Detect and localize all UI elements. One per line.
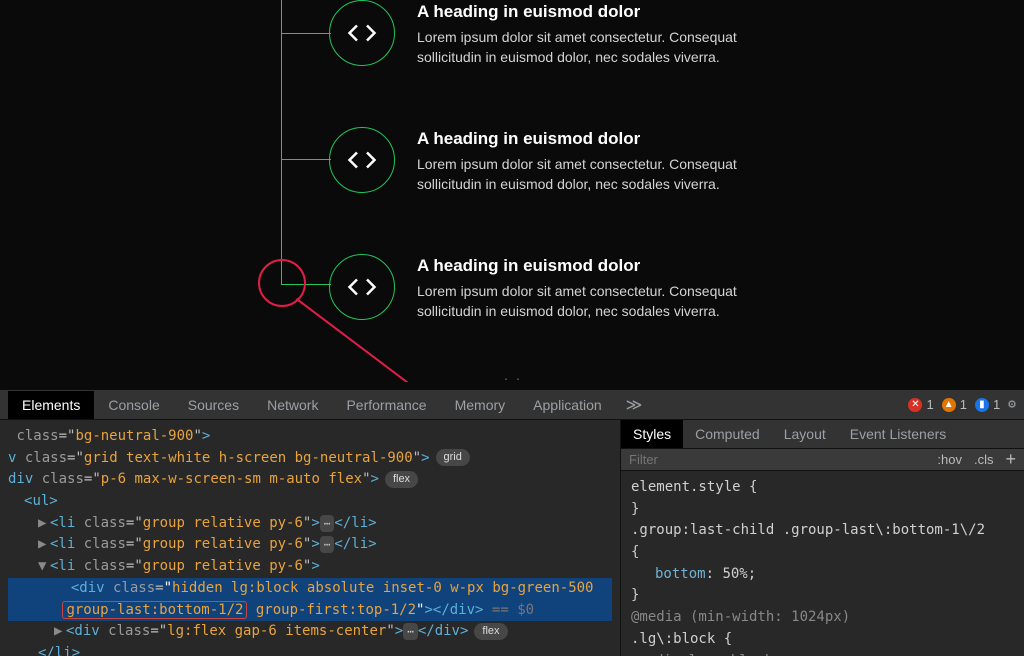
brace: }: [631, 501, 639, 517]
dom-node[interactable]: <ul>: [8, 491, 612, 513]
css-prop[interactable]: bottom: [655, 566, 706, 582]
tab-performance[interactable]: Performance: [332, 391, 440, 419]
dom-node[interactable]: class="bg-neutral-900">: [8, 426, 612, 448]
dom-tree[interactable]: class="bg-neutral-900"> v class="grid te…: [0, 420, 620, 656]
feature-heading: A heading in euismod dolor: [417, 129, 757, 149]
feature-heading: A heading in euismod dolor: [417, 256, 757, 276]
feature-list: A heading in euismod dolor Lorem ipsum d…: [281, 0, 709, 382]
brace: }: [631, 587, 639, 603]
dom-node[interactable]: </li>: [8, 643, 612, 656]
hov-toggle[interactable]: :hov: [937, 452, 962, 467]
tab-styles[interactable]: Styles: [621, 420, 683, 448]
connector-horizontal: [281, 159, 331, 160]
settings-icon[interactable]: ⚙: [1000, 397, 1016, 412]
status-badges: ✕1 ▲1 ▮1: [908, 397, 1000, 412]
code-icon: [329, 254, 395, 320]
tab-memory[interactable]: Memory: [441, 391, 520, 419]
css-val[interactable]: 50%;: [722, 566, 756, 582]
code-icon: [329, 0, 395, 66]
code-icon: [329, 127, 395, 193]
tabs-overflow-icon[interactable]: ≫: [616, 395, 653, 414]
error-badge[interactable]: ✕1: [908, 397, 933, 412]
rule-selector[interactable]: .lg\:block {: [631, 631, 732, 647]
tab-computed[interactable]: Computed: [683, 420, 772, 448]
styles-filter-input[interactable]: [629, 452, 925, 467]
drag-handle-icon[interactable]: ⋮⋮: [500, 376, 524, 382]
styles-rules[interactable]: element.style { } .group:last-child .gro…: [621, 471, 1024, 656]
media-query[interactable]: @media (min-width: 1024px): [631, 609, 850, 625]
feature-item: A heading in euismod dolor Lorem ipsum d…: [329, 254, 757, 321]
feature-item: A heading in euismod dolor Lorem ipsum d…: [329, 0, 757, 67]
tab-sources[interactable]: Sources: [174, 391, 253, 419]
connector-horizontal: [281, 33, 331, 34]
dom-node[interactable]: ▶<li class="group relative py-6">⋯</li>: [8, 513, 612, 535]
error-count: 1: [926, 397, 933, 412]
devtools: Elements Console Sources Network Perform…: [0, 390, 1024, 656]
dom-node[interactable]: ▶<div class="lg:flex gap-6 items-center"…: [8, 621, 612, 643]
message-badge[interactable]: ▮1: [975, 397, 1000, 412]
tab-elements[interactable]: Elements: [8, 391, 94, 419]
feature-desc: Lorem ipsum dolor sit amet consectetur. …: [417, 155, 757, 194]
warning-count: 1: [960, 397, 967, 412]
styles-pane: Styles Computed Layout Event Listeners :…: [620, 420, 1024, 656]
feature-text: A heading in euismod dolor Lorem ipsum d…: [417, 254, 757, 321]
feature-desc: Lorem ipsum dolor sit amet consectetur. …: [417, 282, 757, 321]
cls-toggle[interactable]: .cls: [974, 452, 994, 467]
styles-tab-bar: Styles Computed Layout Event Listeners: [621, 420, 1024, 449]
page-preview: A heading in euismod dolor Lorem ipsum d…: [0, 0, 1024, 382]
feature-text: A heading in euismod dolor Lorem ipsum d…: [417, 0, 757, 67]
dom-node[interactable]: v class="grid text-white h-screen bg-neu…: [8, 448, 612, 470]
message-count: 1: [993, 397, 1000, 412]
feature-desc: Lorem ipsum dolor sit amet consectetur. …: [417, 28, 757, 67]
tab-event-listeners[interactable]: Event Listeners: [838, 420, 959, 448]
rule-selector[interactable]: element.style {: [631, 479, 757, 495]
tab-network[interactable]: Network: [253, 391, 332, 419]
tab-console[interactable]: Console: [94, 391, 173, 419]
feature-item: A heading in euismod dolor Lorem ipsum d…: [329, 127, 757, 194]
new-style-rule-icon[interactable]: +: [1005, 449, 1016, 470]
tab-application[interactable]: Application: [519, 391, 616, 419]
connector-vertical: [281, 0, 282, 284]
feature-text: A heading in euismod dolor Lorem ipsum d…: [417, 127, 757, 194]
css-prop[interactable]: display· block·: [655, 653, 781, 656]
devtools-tab-bar: Elements Console Sources Network Perform…: [0, 390, 1024, 420]
dom-node[interactable]: ▼<li class="group relative py-6">: [8, 556, 612, 578]
warning-badge[interactable]: ▲1: [942, 397, 967, 412]
rule-selector[interactable]: .group:last-child .group-last\:bottom-1\…: [631, 522, 985, 538]
dom-node[interactable]: div class="p-6 max-w-screen-sm m-auto fl…: [8, 469, 612, 491]
brace: {: [631, 544, 639, 560]
dom-node[interactable]: ▶<li class="group relative py-6">⋯</li>: [8, 534, 612, 556]
tab-layout[interactable]: Layout: [772, 420, 838, 448]
dom-node-selected[interactable]: <div class="hidden lg:block absolute ins…: [8, 578, 612, 621]
styles-filter-bar: :hov .cls +: [621, 449, 1024, 471]
feature-heading: A heading in euismod dolor: [417, 2, 757, 22]
